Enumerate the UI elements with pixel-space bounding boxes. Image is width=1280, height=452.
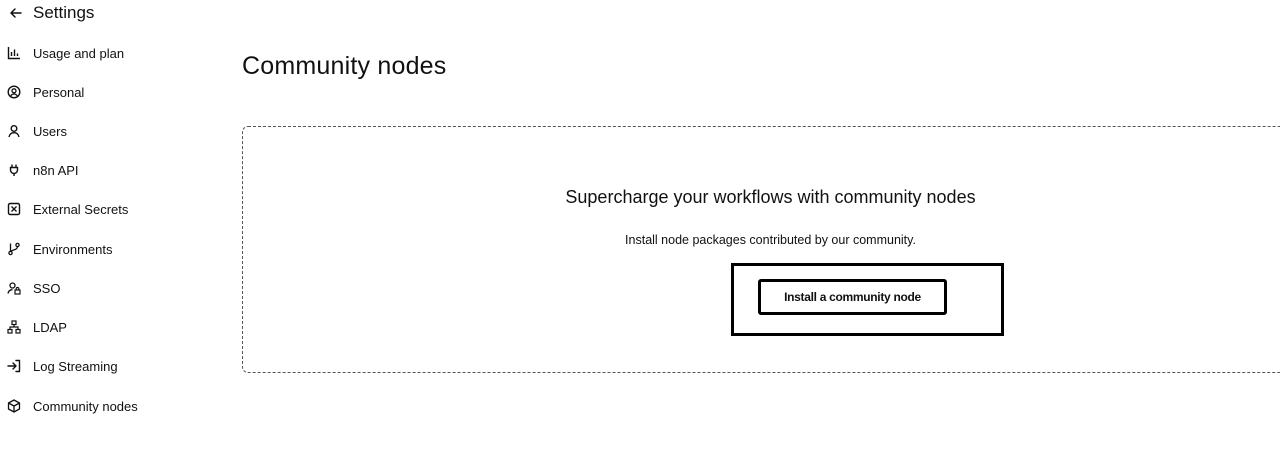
sidebar-item-label: Log Streaming xyxy=(33,358,118,374)
focus-outline: Install a community node xyxy=(731,263,1004,336)
plug-icon xyxy=(7,163,21,177)
back-to-app[interactable]: Settings xyxy=(9,2,94,24)
install-community-node-button[interactable]: Install a community node xyxy=(758,279,947,315)
sidebar-item-label: SSO xyxy=(33,280,61,296)
user-icon xyxy=(7,124,21,138)
sidebar-item-label: Usage and plan xyxy=(33,45,125,61)
sidebar-title: Settings xyxy=(33,3,95,22)
main-content: Community nodes Supercharge your workflo… xyxy=(242,0,1280,452)
sidebar-item-users[interactable]: Users xyxy=(0,119,210,143)
sidebar-item-environments[interactable]: Environments xyxy=(0,237,210,261)
sidebar-item-ldap[interactable]: LDAP xyxy=(0,315,210,339)
sign-in-icon xyxy=(7,359,21,373)
empty-state-card: Supercharge your workflows with communit… xyxy=(242,126,1280,373)
sidebar-item-label: Environments xyxy=(33,241,113,257)
sidebar-item-label: Community nodes xyxy=(33,398,138,414)
empty-state-description: Install node packages contributed by our… xyxy=(625,233,916,247)
user-circle-icon xyxy=(7,85,21,99)
arrow-left-icon xyxy=(9,6,23,20)
button-label: Install a community node xyxy=(784,290,921,304)
sidebar-item-label: External Secrets xyxy=(33,201,129,217)
network-icon xyxy=(7,320,21,334)
sidebar-item-log-streaming[interactable]: Log Streaming xyxy=(0,354,210,378)
sidebar-item-n8n-api[interactable]: n8n API xyxy=(0,158,210,182)
sidebar-item-label: LDAP xyxy=(33,319,67,335)
sidebar-item-label: n8n API xyxy=(33,162,79,178)
sidebar-item-external-secrets[interactable]: External Secrets xyxy=(0,197,210,221)
sidebar-item-usage-and-plan[interactable]: Usage and plan xyxy=(0,41,210,65)
sidebar-item-label: Personal xyxy=(33,84,85,100)
user-lock-icon xyxy=(7,281,21,295)
vault-icon xyxy=(7,202,21,216)
empty-state-heading: Supercharge your workflows with communit… xyxy=(565,187,976,207)
settings-sidebar: Settings Usage and plan Personal Users n… xyxy=(0,0,220,452)
page-title: Community nodes xyxy=(242,52,447,80)
cube-icon xyxy=(7,399,21,413)
sidebar-item-sso[interactable]: SSO xyxy=(0,276,210,300)
bar-chart-icon xyxy=(7,46,21,60)
sidebar-item-personal[interactable]: Personal xyxy=(0,80,210,104)
sidebar-item-label: Users xyxy=(33,123,67,139)
git-branch-icon xyxy=(7,242,21,256)
sidebar-item-community-nodes[interactable]: Community nodes xyxy=(0,394,210,418)
